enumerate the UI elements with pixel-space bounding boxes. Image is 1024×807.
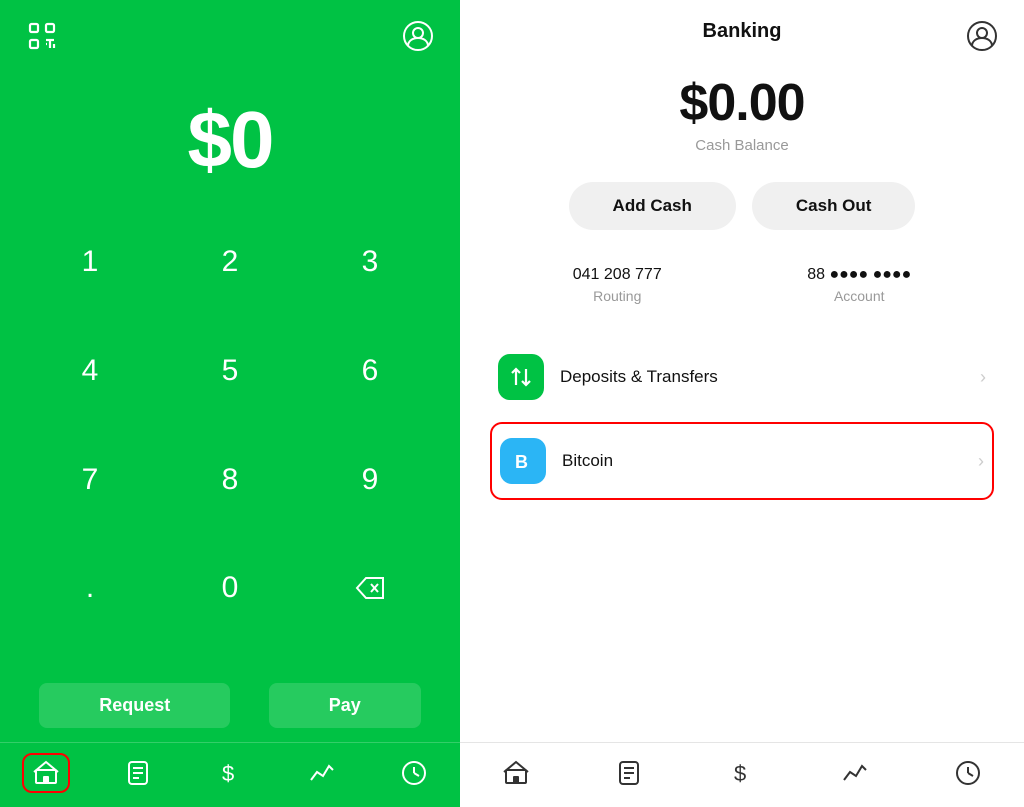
nav-dollar-left[interactable]: $	[206, 753, 254, 793]
profile-icon-left[interactable]	[400, 18, 436, 54]
numpad: 1 2 3 4 5 6 7 8 9 . 0	[0, 226, 460, 661]
bitcoin-label: Bitcoin	[562, 451, 978, 471]
numpad-dot[interactable]: .	[20, 552, 160, 624]
nav-home-right[interactable]	[492, 753, 540, 793]
right-top-bar: Banking	[460, 0, 1024, 53]
numpad-5[interactable]: 5	[160, 335, 300, 407]
pay-button[interactable]: Pay	[269, 683, 421, 728]
routing-label: Routing	[573, 288, 662, 304]
numpad-4[interactable]: 4	[20, 335, 160, 407]
cash-balance-amount: $0.00	[679, 73, 804, 133]
deposits-chevron: ›	[980, 367, 986, 388]
numpad-9[interactable]: 9	[300, 444, 440, 516]
request-button[interactable]: Request	[39, 683, 230, 728]
bank-info: 041 208 777 Routing 88 ●●●● ●●●● Account	[490, 266, 994, 304]
bitcoin-icon: B	[500, 438, 546, 484]
add-cash-button[interactable]: Add Cash	[569, 182, 736, 230]
numpad-0[interactable]: 0	[160, 552, 300, 624]
action-row: Request Pay	[0, 671, 460, 742]
numpad-3[interactable]: 3	[300, 226, 440, 298]
numpad-8[interactable]: 8	[160, 444, 300, 516]
cash-actions: Add Cash Cash Out	[569, 182, 916, 230]
svg-text:$: $	[734, 761, 746, 786]
routing-info: 041 208 777 Routing	[573, 266, 662, 304]
nav-chart-left[interactable]	[298, 753, 346, 793]
deposits-icon	[498, 354, 544, 400]
nav-chart-right[interactable]	[831, 753, 879, 793]
right-bottom-nav: $	[460, 742, 1024, 807]
left-bottom-nav: $	[0, 742, 460, 807]
account-info: 88 ●●●● ●●●● Account	[807, 266, 911, 304]
svg-text:B: B	[515, 452, 528, 472]
left-panel: $0 1 2 3 4 5 6 7 8 9 . 0 Request Pay	[0, 0, 460, 807]
cash-balance-label: Cash Balance	[695, 137, 788, 154]
nav-clock-right[interactable]	[944, 753, 992, 793]
nav-activity-right[interactable]	[605, 753, 653, 793]
nav-home-left[interactable]	[22, 753, 70, 793]
account-label: Account	[807, 288, 911, 304]
svg-text:$: $	[222, 761, 234, 786]
right-content: $0.00 Cash Balance Add Cash Cash Out 041…	[460, 53, 1024, 742]
right-panel: Banking $0.00 Cash Balance Add Cash Cash…	[460, 0, 1024, 807]
cash-out-button[interactable]: Cash Out	[752, 182, 916, 230]
routing-number: 041 208 777	[573, 266, 662, 284]
nav-clock-left[interactable]	[390, 753, 438, 793]
nav-activity-left[interactable]	[114, 753, 162, 793]
bitcoin-chevron: ›	[978, 451, 984, 472]
numpad-2[interactable]: 2	[160, 226, 300, 298]
numpad-1[interactable]: 1	[20, 226, 160, 298]
numpad-backspace[interactable]	[300, 552, 440, 624]
left-balance: $0	[0, 94, 460, 186]
left-top-bar	[0, 0, 460, 64]
deposits-transfers-item[interactable]: Deposits & Transfers ›	[490, 340, 994, 414]
account-number: 88 ●●●● ●●●●	[807, 266, 911, 284]
deposits-label: Deposits & Transfers	[560, 367, 980, 387]
right-title: Banking	[703, 20, 782, 43]
numpad-7[interactable]: 7	[20, 444, 160, 516]
numpad-6[interactable]: 6	[300, 335, 440, 407]
menu-list: Deposits & Transfers › B Bitcoin ›	[490, 340, 994, 508]
scan-icon[interactable]	[24, 18, 60, 54]
profile-icon-right[interactable]	[964, 18, 1000, 54]
nav-dollar-right[interactable]: $	[718, 753, 766, 793]
bitcoin-item[interactable]: B Bitcoin ›	[490, 422, 994, 500]
